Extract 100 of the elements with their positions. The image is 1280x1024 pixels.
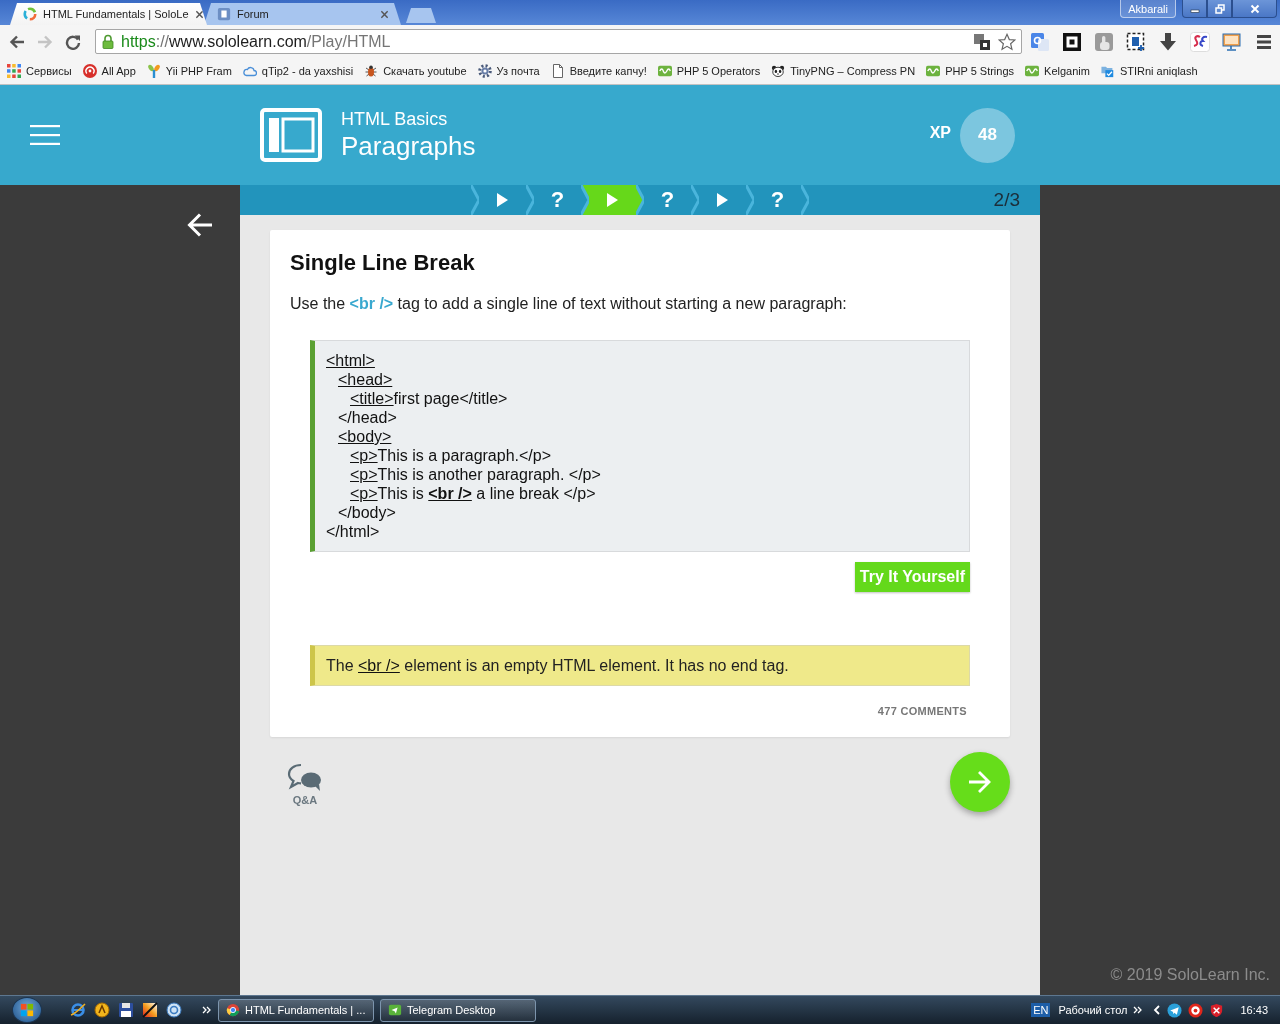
- page-icon: [550, 64, 565, 78]
- concentric-circles-icon[interactable]: [166, 1002, 182, 1018]
- cloud-icon: [242, 64, 257, 78]
- dashed-frame-icon[interactable]: [1126, 31, 1146, 52]
- double-chevron-icon[interactable]: [202, 1006, 212, 1014]
- ring-swoosh-icon[interactable]: [70, 1002, 86, 1018]
- apps-grid-icon: [7, 64, 21, 78]
- bookmark-link[interactable]: Yii PHP Fram: [146, 64, 232, 78]
- square-target-icon[interactable]: [1062, 31, 1082, 52]
- language-indicator[interactable]: EN: [1031, 1003, 1051, 1017]
- bookmark-link[interactable]: Kelganim: [1025, 64, 1090, 78]
- bookmark-link[interactable]: TinyPNG – Compress PN: [771, 64, 916, 78]
- double-chevron-icon[interactable]: [1133, 1006, 1144, 1014]
- tag-link[interactable]: <html>: [326, 352, 375, 369]
- download-arrow-icon[interactable]: [1158, 31, 1178, 52]
- taskbar-window-button[interactable]: HTML Fundamentals | ...: [218, 998, 374, 1022]
- sprout-icon: [146, 64, 161, 78]
- target-icon[interactable]: [1188, 1002, 1204, 1018]
- signal-badge-icon: [82, 64, 97, 78]
- wave-badge-icon: [926, 64, 941, 78]
- windows-flag-icon: [20, 1003, 34, 1017]
- code-line: <p>This is a paragraph.</p>: [350, 446, 553, 465]
- browser-tab[interactable]: HTML Fundamentals | SoloLe: [10, 3, 207, 25]
- back-arrow-icon: [9, 33, 25, 50]
- lesson-heading: Single Line Break: [290, 250, 476, 276]
- tag-link[interactable]: <head>: [338, 371, 393, 388]
- reload-icon: [65, 33, 81, 50]
- minimize-button[interactable]: [1182, 0, 1207, 18]
- page-icon: [217, 7, 231, 21]
- forward-arrow-icon: [37, 33, 53, 50]
- wave-badge-icon: [1025, 64, 1040, 78]
- tag-link[interactable]: <title>: [350, 390, 394, 407]
- hand-tile-icon[interactable]: [1094, 31, 1114, 52]
- lesson-frame-icon: [260, 108, 322, 162]
- note-text: The <br /> element is an empty HTML element. It has no end tag.: [326, 656, 789, 675]
- xp-label: XP: [929, 124, 951, 142]
- qa-button[interactable]: Q&A: [287, 763, 323, 806]
- bookmark-link[interactable]: PHP 5 Operators: [657, 64, 761, 78]
- comments-link[interactable]: 477 COMMENTS: [877, 704, 967, 718]
- restore-icon: [1214, 3, 1225, 14]
- chat-app-icon: [388, 1003, 402, 1017]
- code-line: </head>: [338, 408, 398, 427]
- tag-link[interactable]: <p>: [350, 447, 378, 464]
- ring-tile-icon[interactable]: [1030, 31, 1050, 52]
- play-icon: [497, 193, 508, 207]
- bookmark-link[interactable]: Введите капчу!: [550, 64, 647, 78]
- monitor-icon[interactable]: [1222, 31, 1242, 52]
- bookmark-link[interactable]: PHP 5 Strings: [926, 64, 1015, 78]
- lock-icon: [102, 34, 114, 49]
- step-counter: 2/3: [993, 189, 1020, 211]
- close-icon[interactable]: [380, 9, 389, 19]
- bookmark-link[interactable]: All App: [82, 64, 136, 78]
- start-button[interactable]: [12, 997, 42, 1023]
- wave-badge-icon: [657, 64, 672, 78]
- url-text: https://www.sololearn.com/Play/HTML: [121, 32, 391, 51]
- chevron-icon: [526, 185, 534, 215]
- code-line: <p>This is another paragraph. </p>: [350, 465, 602, 484]
- tag-link[interactable]: <p>: [350, 466, 378, 483]
- code-line: <p>This is <br /> a line break </p>: [350, 484, 597, 503]
- caret-disc-icon[interactable]: [94, 1002, 110, 1018]
- bookmark-link[interactable]: Уз почта: [477, 64, 540, 78]
- close-button[interactable]: [1232, 0, 1277, 18]
- new-tab-button[interactable]: [406, 8, 436, 23]
- tag-link[interactable]: <body>: [338, 428, 392, 445]
- bookmark-link[interactable]: qTip2 - da yaxshisi: [242, 64, 354, 78]
- browser-tab[interactable]: Forum: [204, 3, 401, 25]
- paper-plane-icon[interactable]: [1167, 1002, 1183, 1018]
- speech-bubbles-icon: [287, 763, 323, 793]
- lesson-title: Paragraphs: [341, 130, 476, 162]
- tag-link[interactable]: <br />: [428, 485, 472, 502]
- tag-link[interactable]: <p>: [350, 485, 378, 502]
- xp-badge: 48: [960, 107, 1015, 163]
- chevron-icon: [691, 185, 699, 215]
- back-arrow-icon[interactable]: [187, 213, 213, 237]
- star-icon[interactable]: [998, 32, 1016, 51]
- curves-tile-icon[interactable]: [1190, 31, 1210, 52]
- chevron-icon: [801, 185, 809, 215]
- bug-icon: [364, 64, 379, 78]
- intro-text: Use the <br /> tag to add a single line of text without starting a new paragraph:: [290, 294, 848, 314]
- bookmark-link[interactable]: STIRni aniqlash: [1100, 64, 1198, 78]
- taskbar-window-button[interactable]: Telegram Desktop: [380, 998, 536, 1022]
- close-icon: [1249, 3, 1260, 14]
- address-bar[interactable]: https://www.sololearn.com/Play/HTML: [95, 29, 1022, 54]
- bookmark-link[interactable]: Скачать youtube: [364, 64, 467, 78]
- desktop-toolbar-label[interactable]: Рабочий стол: [1058, 1004, 1128, 1016]
- gradient-square-icon[interactable]: [142, 1002, 158, 1018]
- copyright-text: © 2019 SoloLearn Inc.: [1110, 966, 1270, 984]
- bookmark-link[interactable]: Сервисы: [7, 64, 72, 78]
- chrome-logo-icon: [226, 1003, 240, 1017]
- gear-icon: [477, 64, 492, 78]
- clock-text: 16:43: [1240, 1004, 1268, 1016]
- chevron-left-icon[interactable]: [1153, 1005, 1162, 1015]
- ring-logo-icon: [23, 7, 37, 21]
- code-line: </html>: [326, 522, 381, 541]
- close-icon[interactable]: [194, 9, 204, 19]
- tag-link[interactable]: <br />: [358, 656, 400, 674]
- overlapping-squares-icon[interactable]: [973, 32, 991, 51]
- restore-button[interactable]: [1207, 0, 1232, 18]
- shield-icon[interactable]: [1209, 1002, 1225, 1018]
- play-icon: [607, 193, 618, 207]
